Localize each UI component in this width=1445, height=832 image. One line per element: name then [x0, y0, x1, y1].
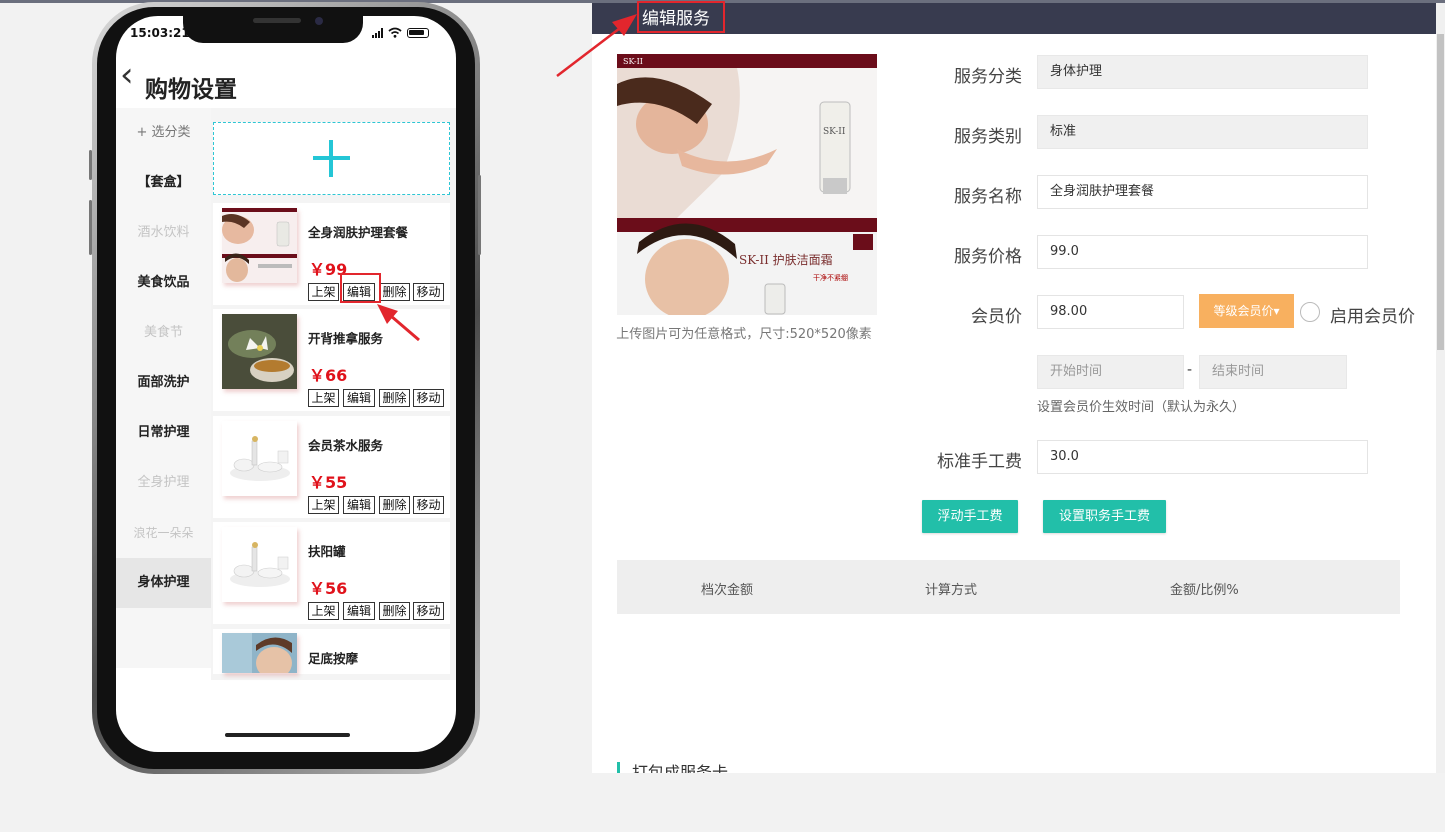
price-label: 服务价格: [954, 247, 1022, 267]
table-header-amount: 金额/比例%: [1170, 583, 1239, 598]
table-header-tier: 档次金额: [701, 583, 754, 598]
float-fee-button[interactable]: 浮动手工费: [922, 500, 1018, 533]
enable-member-price-label: 启用会员价: [1330, 307, 1415, 327]
enable-member-price-radio[interactable]: [1300, 302, 1320, 322]
upload-hint: 上传图片可为任意格式，尺寸:520*520像素: [616, 327, 872, 342]
banner-brand: SK-II: [623, 57, 643, 66]
standard-fee-input[interactable]: 30.0: [1037, 440, 1368, 474]
table-header-method: 计算方式: [925, 583, 978, 598]
standard-fee-label: 标准手工费: [937, 452, 1022, 472]
section-title: 打包成服务卡: [632, 763, 729, 773]
service-name-input[interactable]: 全身润肤护理套餐: [1037, 175, 1368, 209]
level-member-price-dropdown[interactable]: 等级会员价▾: [1199, 294, 1294, 328]
service-price-input[interactable]: 99.0: [1037, 235, 1368, 269]
banner-slogan: SK-II 护肤洁面霜: [739, 252, 833, 267]
role-fee-button[interactable]: 设置职务手工费: [1043, 500, 1166, 533]
category-label: 服务分类: [954, 67, 1022, 87]
member-price-input[interactable]: 98.00: [1037, 295, 1184, 329]
start-time-input[interactable]: 开始时间: [1037, 355, 1184, 389]
type-label: 服务类别: [954, 127, 1022, 147]
member-time-hint: 设置会员价生效时间（默认为永久）: [1037, 400, 1246, 415]
member-price-label: 会员价: [971, 307, 1022, 327]
phone-notch: [183, 14, 363, 43]
name-label: 服务名称: [954, 187, 1022, 207]
type-field[interactable]: 标准: [1037, 115, 1368, 149]
svg-text:SK-II: SK-II: [823, 127, 846, 137]
service-image[interactable]: SK-II SK-II SK-II 护肤洁面霜 干净不紧绷: [617, 54, 877, 315]
section-accent: [617, 762, 620, 773]
category-field[interactable]: 身体护理: [1037, 55, 1368, 89]
banner-sub: 干净不紧绷: [813, 273, 848, 282]
range-dash: -: [1187, 362, 1193, 378]
end-time-input[interactable]: 结束时间: [1199, 355, 1347, 389]
